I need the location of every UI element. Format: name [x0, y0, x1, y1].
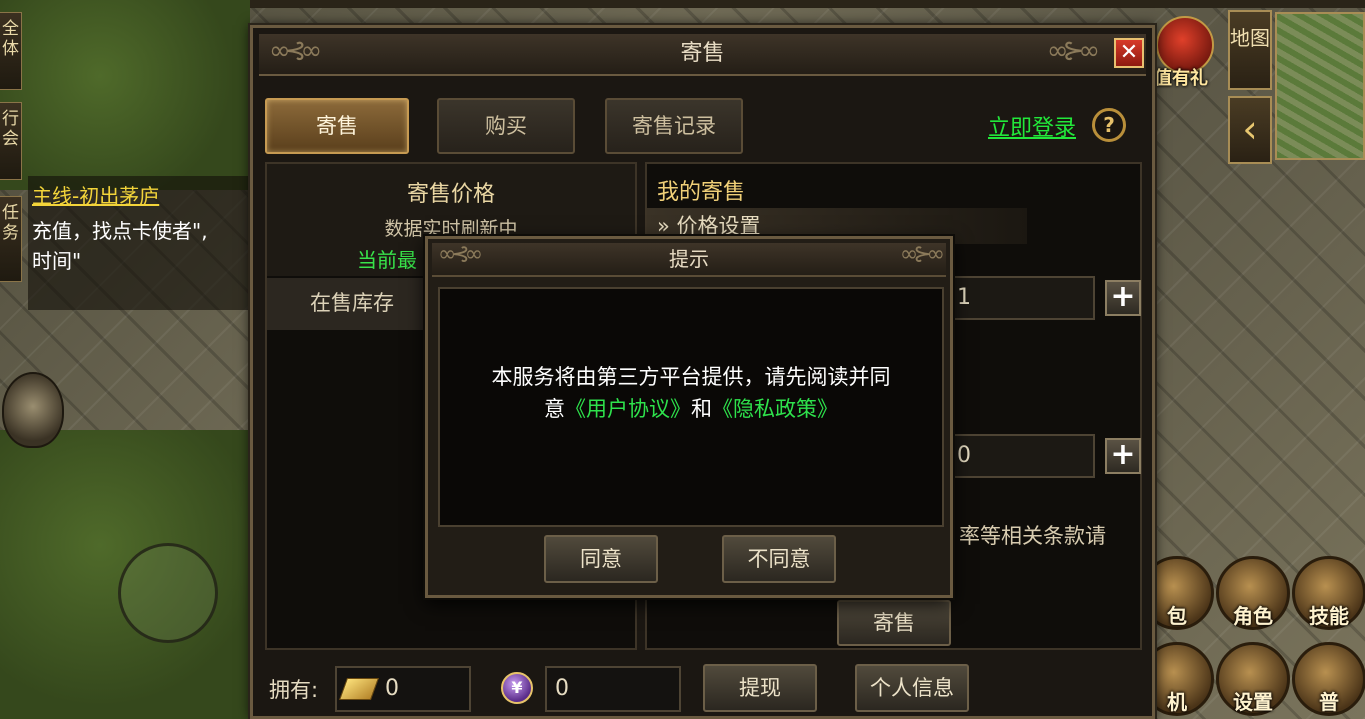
recharge-gift-button[interactable]: 值有礼: [1148, 16, 1224, 92]
left-tab-label: 行会: [2, 109, 19, 149]
coin-icon: ¥: [501, 672, 533, 704]
settings-button[interactable]: 设置: [1216, 642, 1290, 716]
quantity-plus-button[interactable]: +: [1105, 280, 1141, 316]
gold-balance-field: 0: [335, 666, 471, 712]
skills-label: 技能: [1309, 604, 1349, 628]
gold-ingot-icon: [338, 678, 380, 700]
own-label: 拥有:: [269, 678, 319, 702]
price-input[interactable]: 0: [949, 434, 1095, 478]
agree-button[interactable]: 同意: [544, 535, 658, 583]
quantity-input[interactable]: 1: [949, 276, 1095, 320]
login-link[interactable]: 立即登录: [988, 110, 1076, 142]
quest-text: 充值，找点卡使者", 时间": [32, 216, 250, 276]
settings-label: 设置: [1233, 690, 1273, 714]
close-button[interactable]: ✕: [1114, 38, 1144, 68]
dialog-message-line: 本服务将由第三方平台提供，请先阅读并同: [491, 365, 891, 389]
profile-button[interactable]: 个人信息: [855, 664, 969, 712]
quest-text-line: 充值，找点卡使者",: [32, 219, 208, 243]
dialog-message-and: 和: [691, 397, 712, 421]
terms-text: 率等相关条款请: [959, 524, 1106, 548]
dialog-titlebar: ∞⊰∞ 提示 ∞⊱∞: [432, 242, 946, 277]
panel-title: 寄售: [680, 41, 725, 66]
left-tab-guild[interactable]: 行会: [0, 102, 22, 180]
skills-button[interactable]: 技能: [1292, 556, 1365, 630]
grass-patch: [0, 0, 250, 190]
price-title: 寄售价格: [406, 182, 495, 207]
help-icon[interactable]: ?: [1092, 108, 1126, 142]
user-agreement-link[interactable]: 《用户协议》: [565, 397, 691, 421]
normal-label: 普: [1319, 690, 1339, 714]
disagree-button[interactable]: 不同意: [722, 535, 836, 583]
map-button-label: 地图: [1230, 26, 1270, 50]
character-helmet-icon[interactable]: [2, 372, 64, 448]
sell-button[interactable]: 寄售: [837, 600, 951, 646]
gift-label: 值有礼: [1154, 68, 1208, 89]
dialog-message: 本服务将由第三方平台提供，请先阅读并同 意《用户协议》和《隐私政策》: [440, 361, 942, 425]
my-consign-title: 我的寄售: [657, 180, 746, 205]
dialog-title: 提示: [669, 247, 709, 271]
tab-consign[interactable]: 寄售: [265, 98, 409, 154]
bottom-bar: 拥有: 0 ¥ 0 提现 个人信息: [265, 660, 1140, 714]
scroll-ornament-icon: ∞⊱∞: [899, 242, 945, 267]
withdraw-button[interactable]: 提现: [703, 664, 817, 712]
minimap[interactable]: [1275, 12, 1365, 160]
coin-balance-value: 0: [555, 676, 569, 701]
left-tab-label: 任务: [2, 203, 19, 243]
quest-title[interactable]: 主线-初出茅庐: [32, 180, 159, 209]
privacy-policy-link[interactable]: 《隐私政策》: [712, 397, 838, 421]
gold-balance-value: 0: [385, 676, 399, 701]
in-stock-row[interactable]: 在售库存: [267, 278, 437, 330]
quest-text-line: 时间": [32, 249, 82, 273]
character-label: 角色: [1233, 604, 1273, 628]
notice-dialog: ∞⊰∞ 提示 ∞⊱∞ 本服务将由第三方平台提供，请先阅读并同 意《用户协议》和《…: [425, 236, 953, 598]
dialog-message-prefix: 意: [544, 397, 565, 421]
virtual-joystick[interactable]: [118, 543, 218, 643]
scroll-ornament-icon: ∞⊱∞: [1046, 36, 1100, 66]
left-tab-label: 全体: [2, 19, 19, 59]
coin-balance-field: 0: [545, 666, 681, 712]
tab-buy[interactable]: 购买: [437, 98, 575, 154]
left-tab-task[interactable]: 任务: [0, 196, 22, 282]
tab-consign-history[interactable]: 寄售记录: [605, 98, 743, 154]
dialog-body: 本服务将由第三方平台提供，请先阅读并同 意《用户协议》和《隐私政策》: [438, 287, 944, 527]
dialog-message-line: 意《用户协议》和《隐私政策》: [448, 393, 934, 425]
panel-titlebar: ∞⊰∞ 寄售 ∞⊱∞ ✕: [259, 34, 1146, 76]
collapse-arrow-button[interactable]: ‹: [1228, 96, 1272, 164]
current-price-label: 当前最: [357, 248, 417, 272]
normal-button[interactable]: 普: [1292, 642, 1365, 716]
quest-tracker[interactable]: 主线-初出茅庐 充值，找点卡使者", 时间": [28, 176, 254, 310]
character-button[interactable]: 角色: [1216, 556, 1290, 630]
price-plus-button[interactable]: +: [1105, 438, 1141, 474]
left-tab-all[interactable]: 全体: [0, 12, 22, 90]
map-button[interactable]: 地图: [1228, 10, 1272, 90]
